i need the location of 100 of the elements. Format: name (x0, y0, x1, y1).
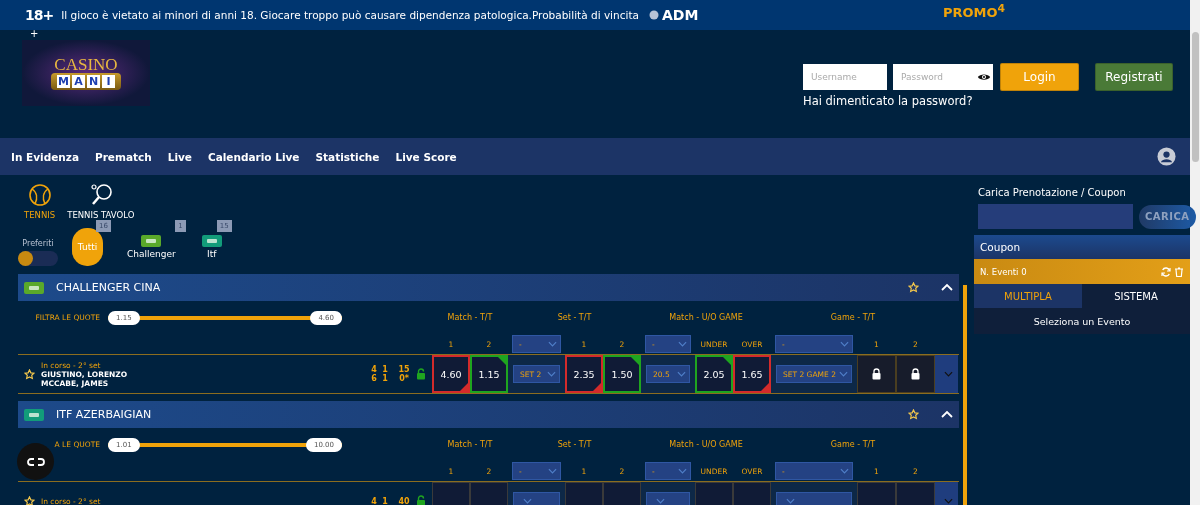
market-title: Match - T/T (446, 313, 494, 322)
star-icon[interactable] (24, 495, 35, 505)
refresh-icon[interactable] (1161, 266, 1171, 277)
event-count: N. Eventi 0 (980, 266, 1028, 277)
nav-item[interactable]: Live (167, 150, 192, 163)
market-title: Game - T/T (829, 313, 877, 322)
caret-icon (656, 498, 665, 504)
corner-triangle-icon (761, 383, 769, 391)
logo-word: CASINO (54, 56, 118, 73)
register-button[interactable]: Registrati (1095, 63, 1173, 91)
nav-item[interactable]: Live Score (395, 150, 457, 163)
market-title: Match - U/O GAME (668, 313, 744, 322)
sport-tab[interactable]: TENNIS (24, 183, 56, 220)
caret-icon (678, 468, 687, 474)
nav-item[interactable]: Prematch (94, 150, 152, 163)
padlock-icon (911, 368, 920, 380)
star-icon[interactable] (908, 409, 919, 420)
score: 1 (381, 365, 389, 374)
password-field[interactable]: Password (893, 64, 993, 90)
coupon-tab[interactable]: MULTIPLA (974, 284, 1082, 308)
plus-icon[interactable]: + (30, 28, 39, 39)
caret-icon (547, 371, 556, 377)
score: 4 (370, 365, 378, 374)
logo-reel: N (87, 75, 100, 88)
score: 0* (398, 374, 410, 383)
favorites-toggle[interactable] (18, 251, 58, 266)
nav-item[interactable]: In Evidenza (11, 150, 79, 163)
star-icon[interactable] (908, 282, 919, 293)
caret-icon (840, 341, 849, 347)
scrollbar[interactable] (1190, 0, 1200, 505)
padlock-icon (872, 368, 881, 380)
nav-item[interactable]: Statistiche (315, 150, 380, 163)
tennis-ball-icon (27, 183, 52, 207)
logo-reel: I (102, 75, 115, 88)
score: 1 (381, 496, 389, 505)
itf-badge-icon (24, 408, 44, 421)
caret-icon (523, 498, 532, 504)
odds-cell[interactable]: 2.35 (565, 355, 603, 393)
chat-button[interactable] (17, 443, 54, 480)
age-limit: 18+ (25, 7, 54, 23)
tournament-header[interactable]: CHALLENGER CINA (18, 274, 959, 301)
line-select[interactable] (776, 492, 852, 505)
market-title: Game - T/T (829, 440, 877, 449)
tournament-title: ITF AZERBAIGIAN (56, 408, 152, 421)
coupon-tab[interactable]: SISTEMA (1082, 284, 1190, 308)
regulator-logo: ADM (661, 7, 699, 23)
ping-pong-paddle-icon (88, 183, 113, 207)
emblem-icon (648, 10, 659, 20)
odds-cell[interactable]: 4.60 (432, 355, 470, 393)
tournament-title: CHALLENGER CINA (56, 281, 161, 294)
market-title: Match - U/O GAME (668, 440, 744, 449)
booking-title: Carica Prenotazione / Coupon (978, 187, 1127, 198)
category-filter[interactable]: Challenger (125, 228, 178, 266)
caret-icon (840, 468, 849, 474)
link-icon (25, 456, 46, 467)
nav-item[interactable]: Calendario Live (208, 150, 300, 163)
username-field[interactable]: Username (803, 64, 887, 90)
score: 15 (397, 365, 411, 374)
odds-cell[interactable]: 2.05 (695, 355, 733, 393)
line-select[interactable] (646, 492, 690, 505)
line-select[interactable] (513, 492, 560, 505)
star-icon[interactable] (24, 368, 35, 380)
caret-icon (943, 498, 953, 504)
forgot-password-link[interactable]: Hai dimenticato la password? (803, 94, 1173, 108)
coupon-header: Coupon (974, 235, 1190, 259)
odds-cell[interactable]: 1.50 (603, 355, 641, 393)
logo-reel: M (57, 75, 70, 88)
market-title: Set - T/T (556, 313, 593, 322)
score: 1 (381, 374, 389, 383)
caret-icon (548, 341, 557, 347)
tournament-header[interactable]: ITF AZERBAIGIAN (18, 401, 959, 428)
market-title: Match - T/T (446, 440, 494, 449)
score: 40 (397, 496, 411, 505)
promo-link[interactable]: PROMO$^{4}$ (942, 2, 1005, 21)
odds-cell[interactable]: 1.65 (733, 355, 771, 393)
corner-triangle-icon (631, 357, 639, 365)
caret-icon (677, 371, 686, 377)
market-title: Set - T/T (556, 440, 593, 449)
caret-icon (786, 498, 795, 504)
itf-badge-icon (201, 235, 222, 247)
corner-triangle-icon (593, 383, 601, 391)
favorites-label: Preferiti (22, 239, 54, 248)
user-icon[interactable] (1157, 147, 1176, 166)
caret-icon (678, 341, 687, 347)
empty-coupon-message: Seleziona un Evento (974, 308, 1190, 334)
logo-reel: A (72, 75, 85, 88)
corner-triangle-icon (460, 383, 468, 391)
gambling-notice: Il gioco è vietato ai minori di anni 18. Giocare troppo può causare dipendenza patologica.Probabilità di vincita (61, 9, 639, 21)
caret-icon (839, 371, 848, 377)
challenger-badge-icon (24, 281, 44, 294)
corner-triangle-icon (498, 357, 506, 365)
sport-tab[interactable]: TENNIS TAVOLO (67, 183, 135, 220)
score: 4 (370, 496, 378, 505)
expand-button[interactable] (935, 355, 958, 393)
casino-logo[interactable]: CASINO M A N I (22, 40, 150, 106)
odds-cell[interactable]: 1.15 (470, 355, 508, 393)
challenger-badge-icon (141, 235, 162, 247)
coupon-code-field[interactable] (978, 204, 1133, 229)
score: 6 (370, 374, 378, 383)
trash-icon[interactable] (1174, 266, 1184, 277)
